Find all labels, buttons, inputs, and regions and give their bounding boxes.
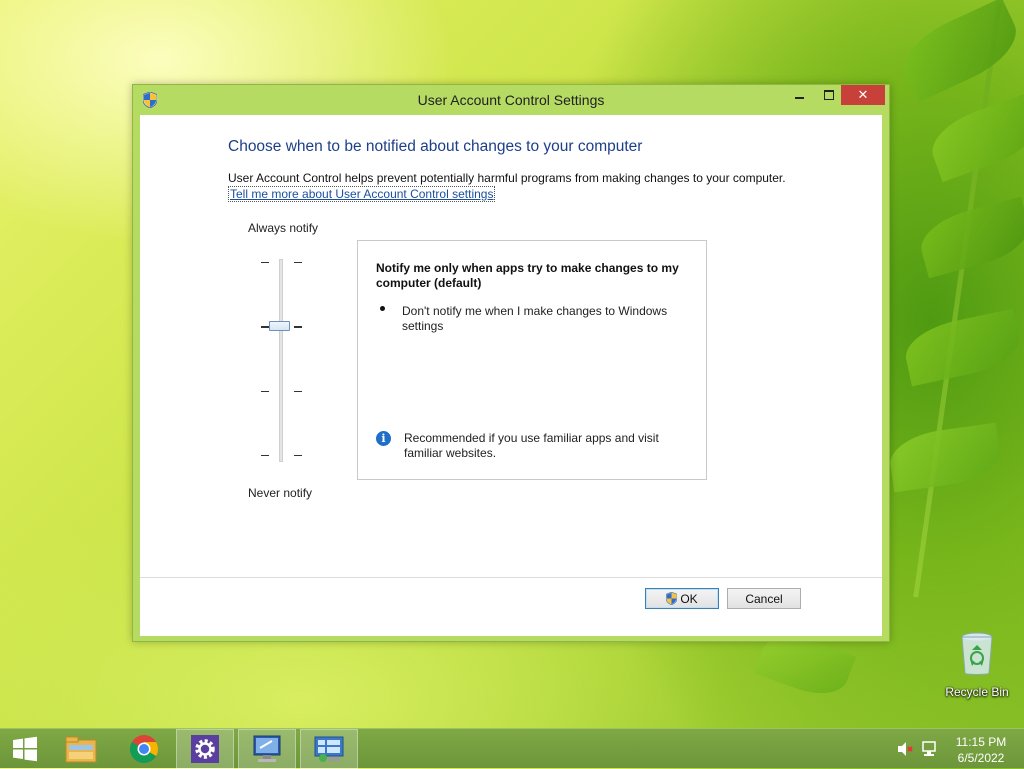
slider-tick: [294, 455, 302, 456]
taskbar-remote-desktop[interactable]: [238, 729, 296, 769]
slider-tick: [261, 391, 269, 392]
slider-thumb[interactable]: [269, 321, 290, 331]
clock-date: 6/5/2022: [957, 751, 1005, 765]
wallpaper-leaf: [900, 308, 1024, 387]
recycle-bin-label: Recycle Bin: [945, 685, 1009, 699]
ok-button-label: OK: [680, 591, 698, 606]
description-text: User Account Control helps prevent poten…: [228, 171, 786, 185]
chrome-icon: [130, 735, 158, 763]
recycle-bin-icon: [961, 632, 993, 675]
slider-tick: [261, 262, 269, 263]
level-title: Notify me only when apps try to make cha…: [376, 261, 679, 290]
monitor-icon: [253, 735, 281, 762]
wallpaper-leaf: [886, 422, 1004, 493]
start-button[interactable]: [0, 729, 50, 769]
folder-icon: [65, 736, 97, 763]
network-icon: [922, 741, 936, 756]
info-icon: i: [376, 431, 391, 446]
volume-muted-button[interactable]: [896, 729, 914, 769]
cancel-button[interactable]: Cancel: [727, 588, 801, 609]
title-bar[interactable]: User Account Control Settings ✕: [133, 85, 889, 115]
slider-tick: [261, 455, 269, 456]
slider-top-label: Always notify: [248, 221, 319, 235]
page-heading: Choose when to be notified about changes…: [228, 138, 643, 155]
level-description-panel: Notify me only when apps try to make cha…: [357, 240, 707, 480]
system-clock[interactable]: 11:15 PM 6/5/2022: [948, 734, 1014, 766]
slider-tick: [294, 262, 302, 263]
control-panel-icon: [314, 736, 344, 762]
taskbar-file-explorer[interactable]: [52, 729, 110, 769]
slider-tick: [294, 326, 302, 328]
maximize-button[interactable]: [815, 85, 843, 105]
learn-more-link[interactable]: Tell me more about User Account Control …: [228, 186, 496, 202]
network-button[interactable]: [920, 729, 938, 769]
speaker-muted-icon: [898, 742, 913, 756]
level-bullet-text: Don't notify me when I make changes to W…: [402, 304, 668, 333]
clock-time: 11:15 PM: [955, 735, 1007, 749]
dialog-content: Choose when to be notified about changes…: [140, 115, 882, 636]
wallpaper-leaf: [923, 92, 1024, 183]
gear-icon: [191, 735, 219, 763]
ok-button[interactable]: OK: [645, 588, 719, 609]
maximize-icon: [824, 90, 834, 100]
close-icon: ✕: [857, 87, 869, 102]
slider-tick: [261, 326, 269, 328]
recycle-bin-desktop-icon[interactable]: Recycle Bin: [942, 632, 1012, 699]
recommendation-text: Recommended if you use familiar apps and…: [404, 431, 659, 460]
minimize-icon: [794, 97, 804, 99]
taskbar-chrome[interactable]: [115, 729, 173, 769]
window-title: User Account Control Settings: [417, 92, 605, 108]
taskbar-settings[interactable]: [176, 729, 234, 769]
uac-shield-icon: [666, 592, 678, 605]
bullet-icon: [380, 306, 385, 311]
windows-logo-icon: [13, 736, 37, 762]
slider-tick: [294, 391, 302, 392]
wallpaper-leaf: [892, 0, 1024, 103]
minimize-button[interactable]: [785, 85, 813, 105]
taskbar-control-panel[interactable]: [300, 729, 358, 769]
close-button[interactable]: ✕: [841, 85, 885, 105]
uac-settings-window: User Account Control Settings ✕ Choose w…: [132, 84, 890, 642]
taskbar: 11:15 PM 6/5/2022: [0, 728, 1024, 769]
cancel-button-label: Cancel: [745, 591, 783, 606]
slider-track[interactable]: [279, 259, 283, 462]
slider-bottom-label: Never notify: [248, 486, 313, 500]
footer-divider: [140, 577, 882, 578]
